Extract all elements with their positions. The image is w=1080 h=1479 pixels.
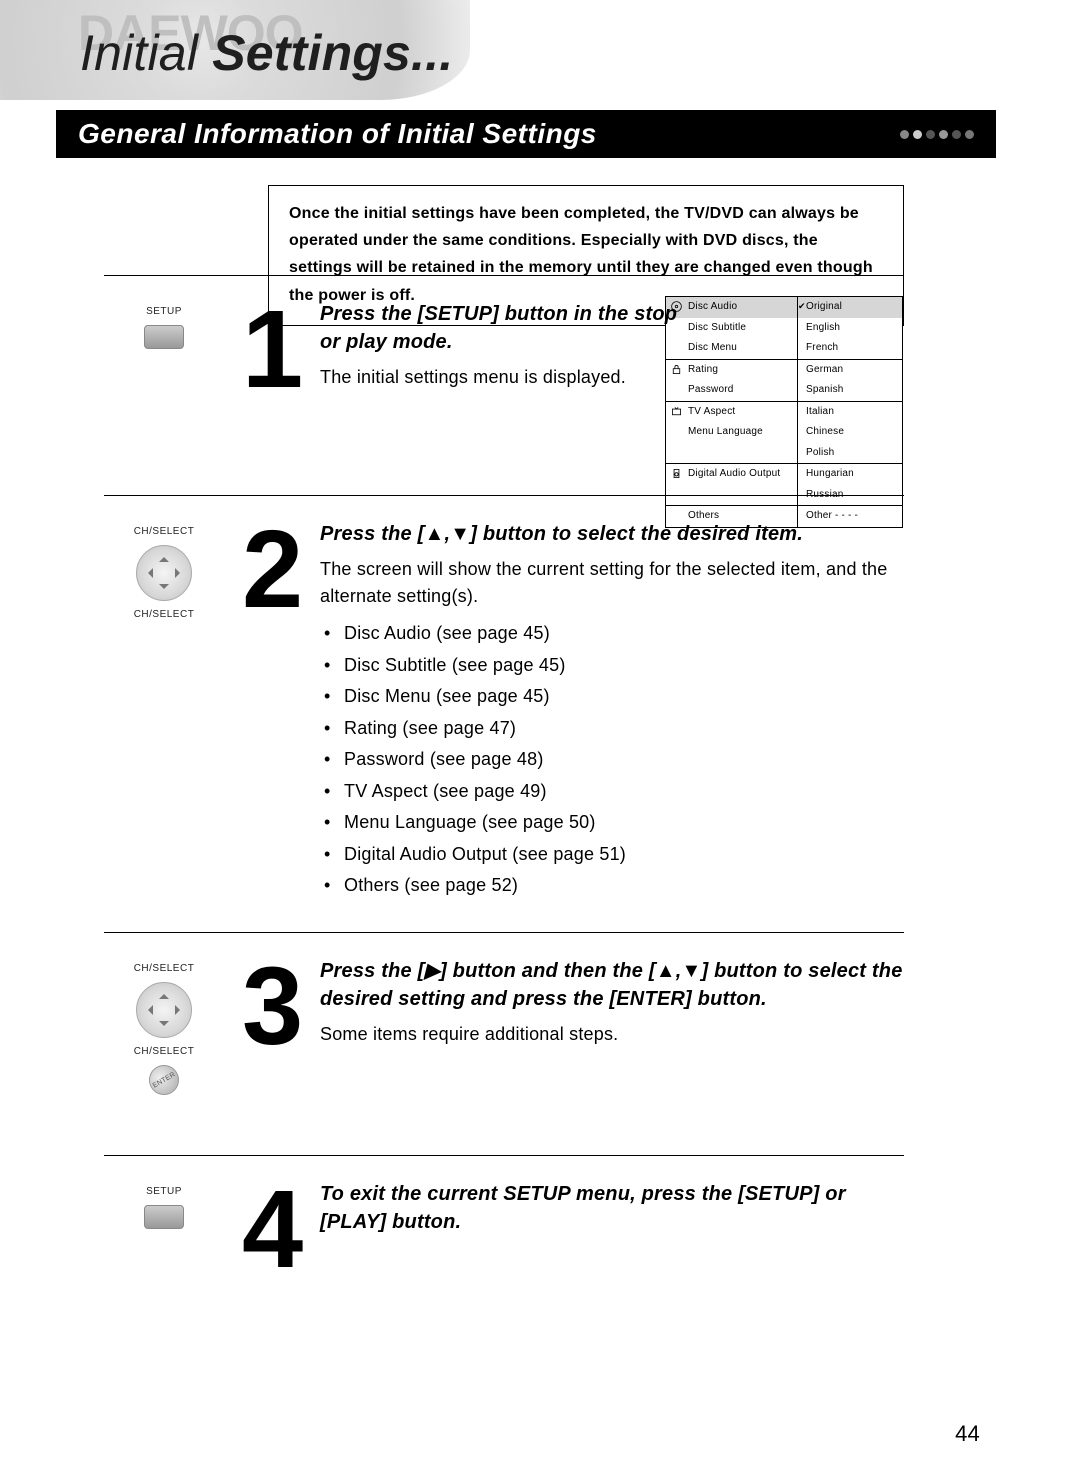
step-2: CH/SELECT CH/SELECT 2 Press the [▲,▼] bu… xyxy=(104,495,904,902)
banner-dots-decoration xyxy=(900,130,974,139)
page-title-prefix: Initial xyxy=(80,25,212,81)
remote-hint: SETUP xyxy=(104,300,224,415)
step-body: Press the [▲,▼] button to select the des… xyxy=(320,520,904,902)
list-item: Others (see page 52) xyxy=(344,870,904,902)
list-item: TV Aspect (see page 49) xyxy=(344,776,904,808)
list-item: Menu Language (see page 50) xyxy=(344,807,904,839)
remote-button-label: CH/SELECT xyxy=(134,963,195,974)
step-text: Some items require additional steps. xyxy=(320,1021,904,1048)
step-text: The screen will show the current setting… xyxy=(320,556,904,610)
remote-hint: CH/SELECT CH/SELECT ENTER xyxy=(104,957,224,1095)
section-banner-title: General Information of Initial Settings xyxy=(78,118,597,150)
remote-hint: CH/SELECT CH/SELECT xyxy=(104,520,224,902)
step-number: 1 xyxy=(242,300,302,415)
list-item: Disc Menu (see page 45) xyxy=(344,681,904,713)
step-number: 2 xyxy=(242,520,302,902)
step-body: Press the [SETUP] button in the stop or … xyxy=(320,300,680,415)
remote-button-label: SETUP xyxy=(146,306,182,317)
step-heading: To exit the current SETUP menu, press th… xyxy=(320,1180,904,1236)
page-title: Initial Settings... xyxy=(80,24,453,82)
page-title-bold: Settings... xyxy=(212,25,453,81)
step-4: SETUP 4 To exit the current SETUP menu, … xyxy=(104,1155,904,1295)
step-body: Press the [▶] button and then the [▲,▼] … xyxy=(320,957,904,1095)
list-item: Disc Subtitle (see page 45) xyxy=(344,650,904,682)
remote-hint: SETUP xyxy=(104,1180,224,1295)
step-1: SETUP 1 Press the [SETUP] button in the … xyxy=(104,275,904,415)
page-number: 44 xyxy=(955,1421,980,1447)
remote-button-label: CH/SELECT xyxy=(134,526,195,537)
list-item: Disc Audio (see page 45) xyxy=(344,618,904,650)
step-bullets: Disc Audio (see page 45) Disc Subtitle (… xyxy=(344,618,904,902)
list-item: Rating (see page 47) xyxy=(344,713,904,745)
list-item: Password (see page 48) xyxy=(344,744,904,776)
dpad-icon xyxy=(136,545,192,601)
remote-button-label: CH/SELECT xyxy=(134,609,195,620)
steps-content: SETUP 1 Press the [SETUP] button in the … xyxy=(104,275,904,1295)
step-number: 4 xyxy=(242,1180,302,1295)
remote-button-label: SETUP xyxy=(146,1186,182,1197)
step-heading: Press the [▲,▼] button to select the des… xyxy=(320,520,904,548)
step-text: The initial settings menu is displayed. xyxy=(320,364,680,391)
dpad-icon xyxy=(136,982,192,1038)
setup-button-icon xyxy=(144,325,184,349)
remote-button-label: CH/SELECT xyxy=(134,1046,195,1057)
step-heading: Press the [SETUP] button in the stop or … xyxy=(320,300,680,356)
step-3: CH/SELECT CH/SELECT ENTER 3 Press the [▶… xyxy=(104,932,904,1095)
setup-button-icon xyxy=(144,1205,184,1229)
step-heading: Press the [▶] button and then the [▲,▼] … xyxy=(320,957,904,1013)
enter-button-icon: ENTER xyxy=(144,1059,185,1100)
step-body: To exit the current SETUP menu, press th… xyxy=(320,1180,904,1295)
section-banner: General Information of Initial Settings xyxy=(56,110,996,158)
step-number: 3 xyxy=(242,957,302,1095)
list-item: Digital Audio Output (see page 51) xyxy=(344,839,904,871)
